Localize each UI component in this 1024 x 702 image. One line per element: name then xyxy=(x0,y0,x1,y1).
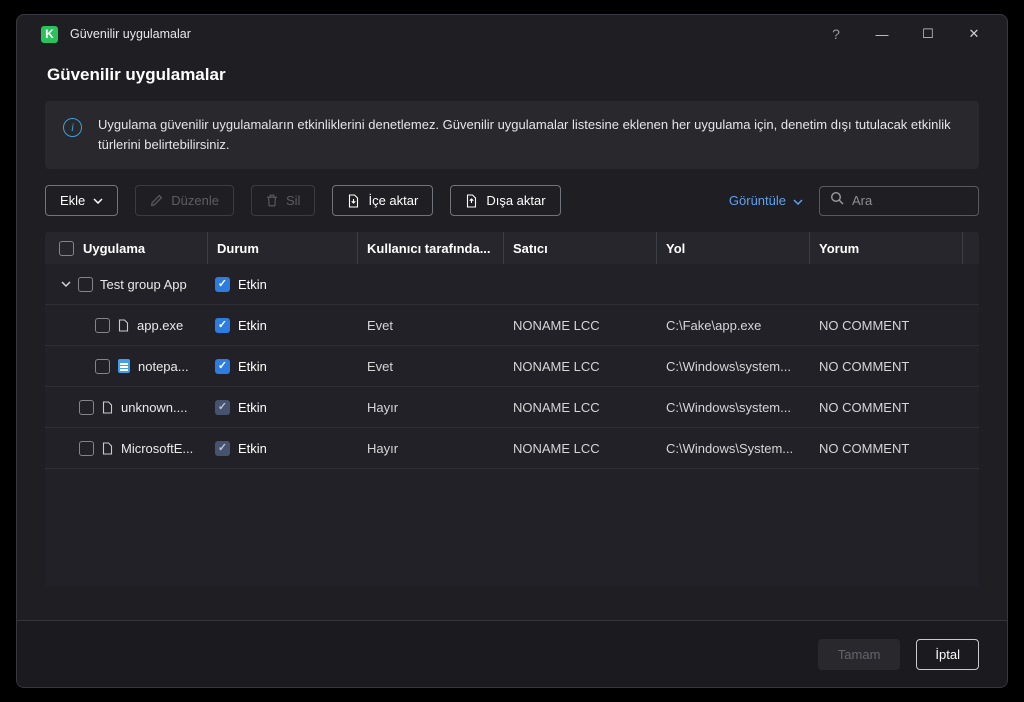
import-button-label: İçe aktar xyxy=(368,193,419,209)
path: C:\Windows\System... xyxy=(666,440,794,456)
toolbar: Ekle Düzenle Sil İçe aktar Dışa aktar Gö… xyxy=(45,185,979,217)
info-icon: i xyxy=(63,118,82,137)
export-icon xyxy=(465,194,478,208)
status-checkbox[interactable] xyxy=(215,399,230,415)
column-header-satici: Satıcı xyxy=(504,232,657,265)
app-name: app.exe xyxy=(137,317,184,333)
info-banner: i Uygulama güvenilir uygulamaların etkin… xyxy=(45,101,979,170)
status-label: Etkin xyxy=(238,399,267,415)
file-icon xyxy=(102,442,113,455)
path: C:\Fake\app.exe xyxy=(666,317,762,333)
search-input[interactable] xyxy=(852,193,968,209)
minimize-button[interactable]: — xyxy=(859,19,905,49)
status-label: Etkin xyxy=(238,317,267,333)
titlebar: K Güvenilir uygulamalar ? — ☐ ✕ xyxy=(17,15,1007,53)
maximize-button[interactable]: ☐ xyxy=(905,19,951,49)
cancel-button[interactable]: İptal xyxy=(916,638,979,670)
status-checkbox[interactable] xyxy=(215,276,230,292)
vendor: NONAME LCC xyxy=(513,317,600,333)
user-defined: Evet xyxy=(367,317,394,333)
delete-button-label: Sil xyxy=(286,193,301,209)
edit-button-label: Düzenle xyxy=(171,193,219,209)
window-title: Güvenilir uygulamalar xyxy=(70,27,191,41)
info-banner-text: Uygulama güvenilir uygulamaların etkinli… xyxy=(98,117,951,153)
export-button[interactable]: Dışa aktar xyxy=(450,185,561,217)
status-checkbox[interactable] xyxy=(215,440,230,456)
app-name: notepa... xyxy=(138,358,189,374)
table-group-row[interactable]: Test group App Etkin xyxy=(45,264,979,306)
status-checkbox[interactable] xyxy=(215,317,230,333)
column-header-kullanici: Kullanıcı tarafında... xyxy=(358,232,504,265)
user-defined: Hayır xyxy=(367,399,399,415)
table-header: Uygulama Durum Kullanıcı tarafında... Sa… xyxy=(45,232,979,265)
vendor: NONAME LCC xyxy=(513,358,600,374)
notepad-icon xyxy=(118,359,130,374)
vendor: NONAME LCC xyxy=(513,440,600,456)
status-label: Etkin xyxy=(238,440,267,456)
export-button-label: Dışa aktar xyxy=(486,193,546,209)
page-title: Güvenilir uygulamalar xyxy=(47,65,226,84)
status-label: Etkin xyxy=(238,358,267,374)
file-icon xyxy=(118,319,129,332)
pencil-icon xyxy=(150,194,163,207)
ok-button[interactable]: Tamam xyxy=(817,638,901,670)
group-name: Test group App xyxy=(100,276,187,292)
table-row[interactable]: app.exe Etkin Evet NONAME LCC C:\Fake\ap… xyxy=(45,305,979,347)
help-button[interactable]: ? xyxy=(813,19,859,49)
close-button[interactable]: ✕ xyxy=(951,19,997,49)
column-header-spacer xyxy=(963,232,979,264)
chevron-down-icon xyxy=(93,198,103,204)
delete-button[interactable]: Sil xyxy=(251,185,316,217)
row-select-checkbox[interactable] xyxy=(79,399,94,415)
column-header-uygulama: Uygulama xyxy=(45,232,208,265)
app-name: MicrosoftE... xyxy=(121,440,194,456)
chevron-down-icon xyxy=(793,193,803,208)
import-icon xyxy=(347,194,360,208)
comment: NO COMMENT xyxy=(819,440,910,456)
row-select-checkbox[interactable] xyxy=(95,358,110,374)
window-controls: ? — ☐ ✕ xyxy=(813,19,997,49)
row-select-checkbox[interactable] xyxy=(79,440,94,456)
screen: K Güvenilir uygulamalar ? — ☐ ✕ Güvenili… xyxy=(0,0,1024,702)
search-box[interactable] xyxy=(819,185,979,216)
select-all-checkbox[interactable] xyxy=(59,240,74,256)
table-row[interactable]: notepa... Etkin Evet NONAME LCC C:\Windo… xyxy=(45,346,979,388)
column-header-durum: Durum xyxy=(208,232,358,265)
column-header-yorum: Yorum xyxy=(810,232,963,265)
app-window: K Güvenilir uygulamalar ? — ☐ ✕ Güvenili… xyxy=(16,14,1008,688)
kaspersky-logo-icon: K xyxy=(41,25,58,43)
trash-icon xyxy=(266,194,278,207)
comment: NO COMMENT xyxy=(819,399,910,415)
path: C:\Windows\system... xyxy=(666,358,791,374)
edit-button[interactable]: Düzenle xyxy=(135,185,234,217)
table-row[interactable]: MicrosoftE... Etkin Hayır NONAME LCC C:\… xyxy=(45,428,979,470)
user-defined: Evet xyxy=(367,358,394,374)
import-button[interactable]: İçe aktar xyxy=(332,185,434,217)
comment: NO COMMENT xyxy=(819,317,910,333)
column-label: Uygulama xyxy=(83,240,146,256)
app-name: unknown.... xyxy=(121,399,188,415)
file-icon xyxy=(102,401,113,414)
add-button[interactable]: Ekle xyxy=(45,185,119,217)
toolbar-right: Görüntüle xyxy=(729,185,979,216)
table-row[interactable]: unknown.... Etkin Hayır NONAME LCC C:\Wi… xyxy=(45,387,979,429)
search-icon xyxy=(830,191,844,210)
footer: Tamam İptal xyxy=(17,620,1007,687)
column-header-yol: Yol xyxy=(657,232,810,265)
row-select-checkbox[interactable] xyxy=(78,276,93,292)
add-button-label: Ekle xyxy=(60,193,86,209)
path: C:\Windows\system... xyxy=(666,399,791,415)
user-defined: Hayır xyxy=(367,440,399,456)
vendor: NONAME LCC xyxy=(513,399,600,415)
comment: NO COMMENT xyxy=(819,358,910,374)
row-select-checkbox[interactable] xyxy=(95,317,110,333)
status-label: Etkin xyxy=(238,276,267,292)
status-checkbox[interactable] xyxy=(215,358,230,374)
collapse-chevron-icon[interactable] xyxy=(61,281,71,288)
view-dropdown-label: Görüntüle xyxy=(728,193,786,209)
applications-table: Uygulama Durum Kullanıcı tarafında... Sa… xyxy=(45,232,979,587)
view-dropdown[interactable]: Görüntüle xyxy=(729,193,803,208)
